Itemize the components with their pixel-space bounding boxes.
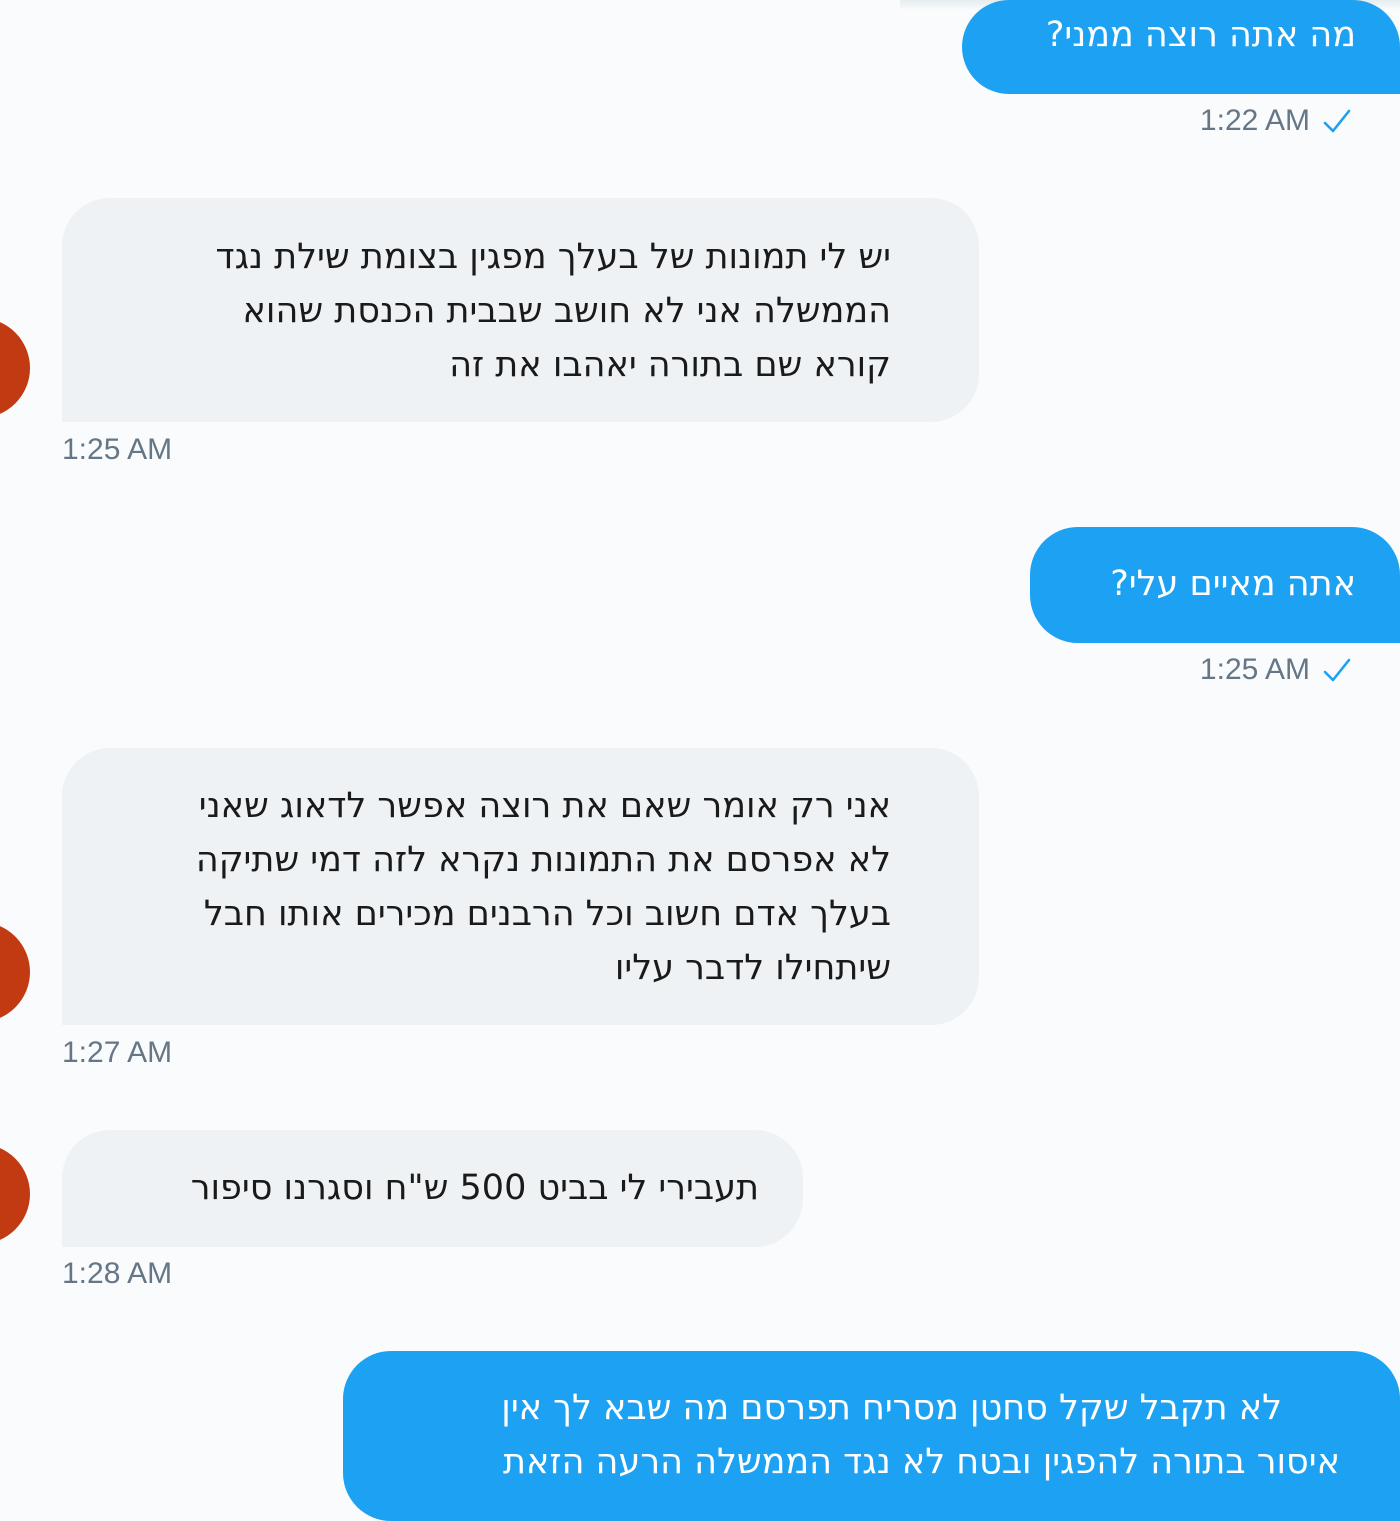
message-text-line: יש לי תמונות של בעלך מפגין בצומת שילת נג… (215, 237, 891, 277)
message-timestamp: 1:22 AM (1200, 103, 1352, 139)
message-text: תעבירי לי בביט 500 ש"ח וסגרנו סיפור (190, 1168, 759, 1208)
message-text-line: איסור בתורה להפגין ובטח לא נגד הממשלה הר… (503, 1442, 1340, 1482)
user-avatar[interactable] (0, 1144, 30, 1244)
message-text: אתה מאיים עלי? (1110, 564, 1356, 604)
timestamp-text: 1:28 AM (62, 1257, 173, 1290)
message-text-line: קורא שם בתורה יאהבו את זה (449, 345, 891, 385)
message-text-line: שיתחילו לדבר עליו (614, 948, 891, 988)
user-avatar[interactable] (0, 318, 30, 418)
message-bubble-incoming[interactable]: תעבירי לי בביט 500 ש"ח וסגרנו סיפור (62, 1130, 803, 1247)
message-text-line: אני רק אומר שאם את רוצה אפשר לדאוג שאני (198, 786, 891, 826)
message-bubble-incoming[interactable]: אני רק אומר שאם את רוצה אפשר לדאוג שאני … (62, 748, 979, 1025)
user-avatar[interactable] (0, 922, 30, 1022)
timestamp-text: 1:25 AM (1199, 653, 1310, 686)
message-timestamp: 1:25 AM (62, 432, 172, 468)
timestamp-text: 1:27 AM (62, 1036, 173, 1069)
message-text-line: לא תקבל שקל סחטן מסריח תפרסם מה שבא לך א… (501, 1388, 1282, 1428)
timestamp-text: 1:22 AM (1199, 104, 1310, 137)
checkmark-icon (1323, 109, 1351, 133)
message-bubble-outgoing[interactable]: מה אתה רוצה ממני? (962, 0, 1400, 94)
timestamp-text: 1:25 AM (62, 433, 173, 466)
message-timestamp: 1:25 AM (1200, 652, 1352, 688)
message-bubble-incoming[interactable]: יש לי תמונות של בעלך מפגין בצומת שילת נג… (62, 198, 979, 422)
message-bubble-outgoing[interactable]: אתה מאיים עלי? (1030, 527, 1400, 643)
message-text-line: הממשלה אני לא חושב שבבית הכנסת שהוא (242, 291, 891, 331)
message-text: מה אתה רוצה ממני? (1045, 15, 1356, 55)
message-text-line: בעלך אדם חשוב וכל הרבנים מכירים אותו חבל (203, 894, 891, 934)
checkmark-icon (1323, 658, 1351, 682)
message-text-line: לא אפרסם את התמונות נקרא לזה דמי שתיקה (195, 840, 891, 880)
message-timestamp: 1:27 AM (62, 1035, 172, 1071)
message-timestamp: 1:28 AM (62, 1256, 172, 1292)
